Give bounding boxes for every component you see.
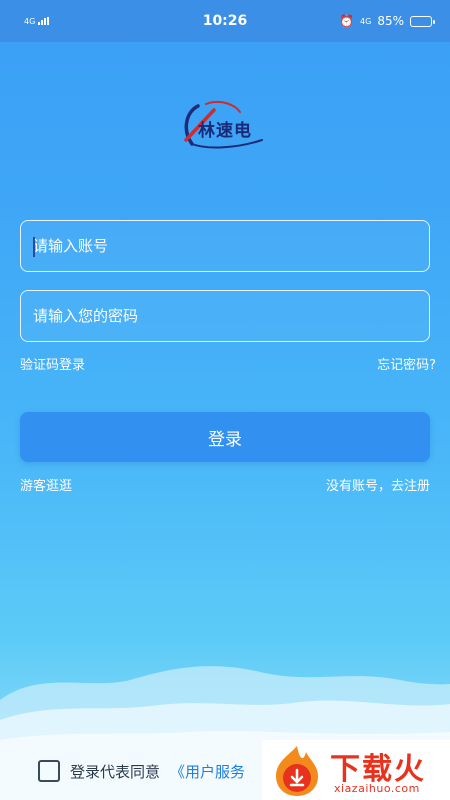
user-service-link[interactable]: 《用户服务: [170, 761, 245, 782]
status-bar: 4G 10:26 ⏰ 4G 85%: [0, 0, 450, 42]
network-type-label: 4G: [24, 16, 36, 26]
logo-text: 林速电: [198, 121, 252, 141]
forgot-password-link[interactable]: 忘记密码?: [377, 354, 436, 373]
register-link[interactable]: 没有账号，去注册: [326, 475, 430, 494]
account-field[interactable]: [20, 220, 430, 272]
agreement-row: 登录代表同意 《用户服务: [38, 760, 245, 782]
status-right: ⏰ 4G 85%: [339, 14, 435, 28]
watermark-subtitle: xiazaihuo.com: [334, 782, 420, 795]
watermark: 下载火 xiazaihuo.com: [262, 740, 450, 800]
agreement-checkbox[interactable]: [38, 760, 60, 782]
flame-logo-icon: [276, 746, 318, 796]
sms-login-link[interactable]: 验证码登录: [20, 354, 85, 373]
account-input[interactable]: [33, 237, 429, 255]
battery-percent: 85%: [377, 14, 404, 28]
password-field[interactable]: [20, 290, 430, 342]
alarm-icon: ⏰: [339, 14, 355, 28]
guest-link[interactable]: 游客逛逛: [20, 475, 72, 494]
agreement-text: 登录代表同意: [70, 762, 161, 781]
text-cursor: [33, 237, 35, 257]
network-type-right: 4G: [360, 16, 372, 26]
password-input[interactable]: [33, 307, 429, 325]
battery-icon: [410, 15, 435, 27]
signal-bars-icon: [38, 17, 50, 25]
login-button[interactable]: 登录: [20, 412, 430, 462]
signal-left: 4G: [24, 16, 50, 26]
app-logo: 林速电: [178, 100, 278, 152]
